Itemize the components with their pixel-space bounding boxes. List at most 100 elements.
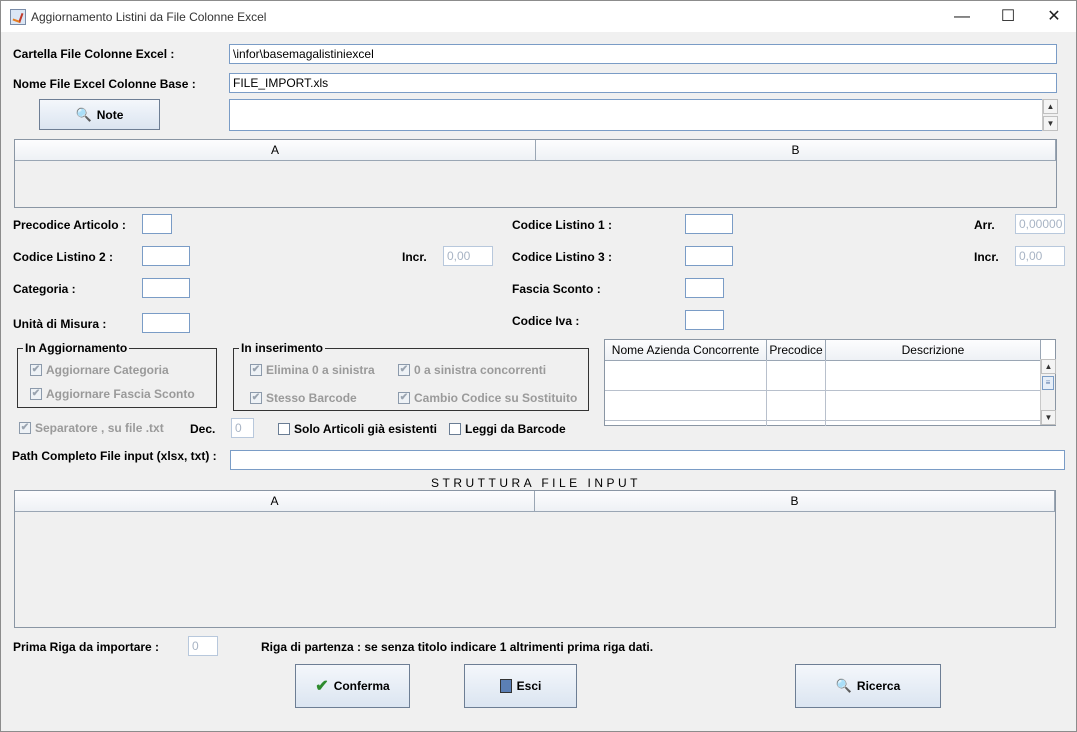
binoculars-icon: 🔍 — [75, 106, 92, 122]
scroll-up-icon[interactable]: ▲ — [1041, 359, 1056, 374]
chk-separatore[interactable]: ✔ Separatore , su file .txt — [19, 421, 164, 435]
chk-stesso-barcode-label: Stesso Barcode — [266, 391, 357, 405]
exit-door-icon — [499, 679, 512, 693]
checkbox-checked-icon: ✔ — [398, 392, 410, 404]
chk-cambio-codice[interactable]: ✔ Cambio Codice su Sostituito — [398, 391, 577, 405]
chk-aggiornare-fascia-label: Aggiornare Fascia Sconto — [46, 387, 195, 401]
cod-listino1-label: Codice Listino 1 : — [512, 218, 613, 232]
note-textarea[interactable] — [229, 99, 1043, 131]
group-aggiornamento-title: In Aggiornamento — [23, 341, 130, 355]
competitors-table: Nome Azienda Concorrente Precodice Descr… — [604, 339, 1056, 426]
nomefile-label: Nome File Excel Colonne Base : — [13, 77, 196, 91]
codice-iva-input[interactable] — [685, 310, 724, 330]
unita-label: Unità di Misura : — [13, 317, 107, 331]
cod-listino3-label: Codice Listino 3 : — [512, 250, 613, 264]
checkbox-checked-icon: ✔ — [30, 364, 42, 376]
incr-input-2[interactable]: 0,00 — [1015, 246, 1065, 266]
incr-input-1[interactable]: 0,00 — [443, 246, 493, 266]
chk-leggi-barcode-label: Leggi da Barcode — [465, 422, 566, 436]
chk-solo-articoli-label: Solo Articoli già esistenti — [294, 422, 437, 436]
top-table-header-a[interactable]: A — [15, 140, 536, 161]
dec-label: Dec. — [190, 422, 216, 436]
maximize-button[interactable]: ☐ — [985, 1, 1031, 32]
dec-input[interactable]: 0 — [231, 418, 254, 438]
main-window: Aggiornamento Listini da File Colonne Ex… — [0, 0, 1077, 732]
checkbox-checked-icon: ✔ — [250, 392, 262, 404]
chk-stesso-barcode[interactable]: ✔ Stesso Barcode — [250, 391, 357, 405]
checkbox-checked-icon: ✔ — [30, 388, 42, 400]
riga-partenza-note: Riga di partenza : se senza titolo indic… — [261, 640, 654, 654]
group-inserimento: In inserimento ✔ Elimina 0 a sinistra ✔ … — [233, 341, 589, 411]
checkbox-checked-icon: ✔ — [250, 364, 262, 376]
cod-listino1-input[interactable] — [685, 214, 733, 234]
note-scrollbar[interactable]: ▲ ▼ — [1042, 99, 1058, 131]
group-aggiornamento: In Aggiornamento ✔ Aggiornare Categoria … — [17, 341, 217, 408]
conferma-button-label: Conferma — [333, 679, 390, 693]
binoculars-icon: 🔍 — [835, 678, 852, 693]
java-app-icon — [10, 9, 26, 25]
chk-separatore-label: Separatore , su file .txt — [35, 421, 164, 435]
cod-listino2-input[interactable] — [142, 246, 190, 266]
checkbox-unchecked-icon — [449, 423, 461, 435]
close-button[interactable]: ✕ — [1031, 1, 1077, 32]
scroll-up-icon[interactable]: ▲ — [1043, 99, 1058, 114]
table-row[interactable] — [605, 391, 1041, 421]
scroll-down-icon[interactable]: ▼ — [1041, 410, 1056, 425]
chk-cambio-codice-label: Cambio Codice su Sostituito — [414, 391, 578, 405]
checkbox-checked-icon: ✔ — [19, 422, 31, 434]
chk-leggi-barcode[interactable]: Leggi da Barcode — [449, 422, 566, 436]
precodice-label: Precodice Articolo : — [13, 218, 126, 232]
incr-label-2: Incr. — [974, 250, 999, 264]
esci-button[interactable]: Esci — [464, 664, 577, 708]
checkbox-checked-icon: ✔ — [398, 364, 410, 376]
ricerca-button[interactable]: 🔍 Ricerca — [795, 664, 941, 708]
chk-solo-articoli[interactable]: Solo Articoli già esistenti — [278, 422, 437, 436]
chk-zero-concorrenti[interactable]: ✔ 0 a sinistra concorrenti — [398, 363, 546, 377]
note-button[interactable]: 🔍 Note — [39, 99, 160, 130]
chk-aggiornare-categoria-label: Aggiornare Categoria — [46, 363, 169, 377]
precodice-input[interactable] — [142, 214, 172, 234]
cartella-input[interactable]: \infor\basemagalistiniexcel — [229, 44, 1057, 64]
path-label: Path Completo File input (xlsx, txt) : — [12, 449, 217, 463]
chk-zero-concorrenti-label: 0 a sinistra concorrenti — [414, 363, 547, 377]
categoria-input[interactable] — [142, 278, 190, 298]
ricerca-button-label: Ricerca — [856, 679, 901, 693]
table-row[interactable] — [605, 360, 1041, 391]
fascia-label: Fascia Sconto : — [512, 282, 601, 296]
checkbox-unchecked-icon — [278, 423, 290, 435]
codice-iva-label: Codice Iva : — [512, 314, 580, 328]
chk-aggiornare-fascia[interactable]: ✔ Aggiornare Fascia Sconto — [30, 387, 195, 401]
competitors-scrollbar[interactable]: ▲ ≡ ▼ — [1040, 359, 1056, 425]
competitors-header-precodice[interactable]: Precodice — [767, 340, 826, 361]
esci-button-label: Esci — [516, 679, 542, 693]
arr-input[interactable]: 0,00000 — [1015, 214, 1065, 234]
title-bar: Aggiornamento Listini da File Colonne Ex… — [1, 1, 1076, 32]
scroll-thumb[interactable]: ≡ — [1042, 376, 1054, 390]
unita-input[interactable] — [142, 313, 190, 333]
competitors-header-nome[interactable]: Nome Azienda Concorrente — [605, 340, 767, 361]
cod-listino2-label: Codice Listino 2 : — [13, 250, 114, 264]
struttura-header-a[interactable]: A — [15, 491, 535, 512]
chk-elimina-zero-label: Elimina 0 a sinistra — [266, 363, 375, 377]
arr-label: Arr. — [974, 218, 995, 232]
prima-riga-label: Prima Riga da importare : — [13, 640, 160, 654]
top-columns-table: A B — [14, 139, 1057, 208]
cartella-label: Cartella File Colonne Excel : — [13, 47, 175, 61]
incr-label-1: Incr. — [402, 250, 427, 264]
fascia-input[interactable] — [685, 278, 724, 298]
scroll-down-icon[interactable]: ▼ — [1043, 116, 1058, 131]
path-input[interactable] — [230, 450, 1065, 470]
chk-aggiornare-categoria[interactable]: ✔ Aggiornare Categoria — [30, 363, 169, 377]
conferma-button[interactable]: ✔ Conferma — [295, 664, 410, 708]
window-title: Aggiornamento Listini da File Colonne Ex… — [31, 10, 267, 24]
top-table-header-b[interactable]: B — [536, 140, 1056, 161]
competitors-header-descrizione[interactable]: Descrizione — [826, 340, 1041, 361]
cod-listino3-input[interactable] — [685, 246, 733, 266]
note-button-label: Note — [96, 107, 124, 122]
nomefile-input[interactable]: FILE_IMPORT.xls — [229, 73, 1057, 93]
minimize-button[interactable]: — — [939, 1, 985, 32]
chk-elimina-zero[interactable]: ✔ Elimina 0 a sinistra — [250, 363, 375, 377]
prima-riga-input[interactable]: 0 — [188, 636, 218, 656]
struttura-header-b[interactable]: B — [535, 491, 1055, 512]
categoria-label: Categoria : — [13, 282, 76, 296]
